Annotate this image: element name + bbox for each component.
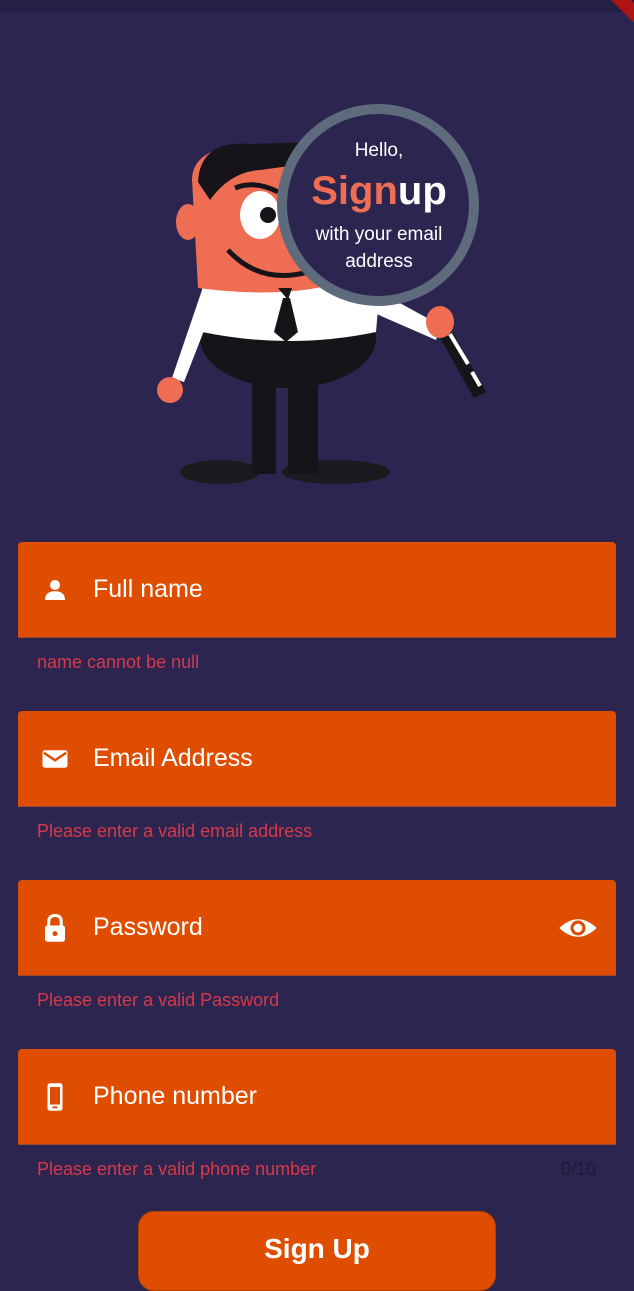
password-error: Please enter a valid Password [37, 990, 280, 1010]
full-name-field[interactable]: Full name [18, 542, 616, 638]
phone-field[interactable]: Phone number [18, 1049, 616, 1145]
person-icon [45, 580, 65, 600]
signup-caption-line1: with your email [315, 224, 443, 245]
email-label: Email Address [93, 744, 253, 772]
phone-label: Phone number [93, 1082, 258, 1110]
password-field[interactable]: Password [18, 880, 616, 976]
status-bar [0, 0, 634, 12]
signup-caption: with your email address [296, 221, 462, 275]
signup-heading: Signup [296, 168, 462, 214]
email-field[interactable]: Email Address [18, 711, 616, 807]
lock-icon [45, 913, 65, 942]
eye-icon[interactable] [558, 913, 598, 943]
signup-heading-up: up [397, 169, 447, 213]
full-name-label: Full name [93, 575, 203, 603]
email-error: Please enter a valid email address [37, 821, 313, 841]
sign-up-button[interactable]: Sign Up [138, 1211, 496, 1291]
phone-char-counter: 0/10 [560, 1159, 596, 1179]
phone-error: Please enter a valid phone number [37, 1159, 317, 1179]
signup-heading-sign: Sign [311, 169, 398, 213]
phone-icon [47, 1083, 63, 1111]
mail-icon [42, 750, 68, 768]
signup-caption-line2: address [345, 251, 413, 272]
hello-text: Hello, [354, 140, 404, 161]
password-label: Password [93, 913, 203, 941]
full-name-error: name cannot be null [37, 652, 200, 672]
